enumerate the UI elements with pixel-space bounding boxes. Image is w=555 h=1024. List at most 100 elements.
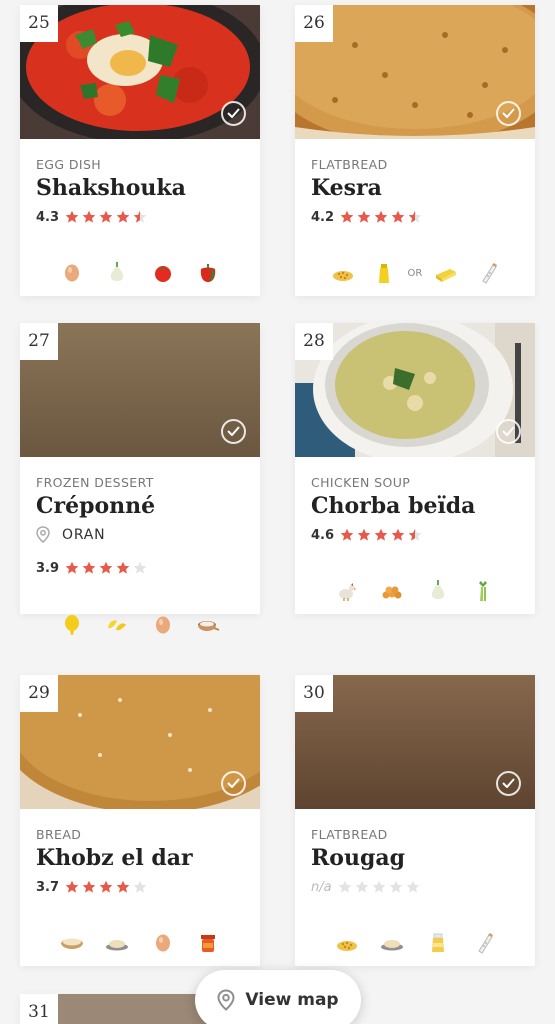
recipe-photo[interactable]: 25 — [20, 5, 260, 139]
star-icon — [99, 210, 113, 223]
ingredient-list — [295, 931, 535, 955]
oil-bottle-icon — [379, 264, 390, 283]
ingredient-oil-bottle-icon[interactable] — [372, 261, 396, 285]
recipe-rating: 3.7 — [36, 879, 147, 895]
star-icon — [408, 210, 422, 223]
star-icon — [82, 561, 96, 574]
rating-score: 4.3 — [36, 209, 60, 225]
recipe-grid: 25 EGG DISH Shakshouka 4.3 26 FLATBREAD … — [0, 0, 555, 1024]
recipe-number: 28 — [295, 323, 333, 360]
bell-pepper-icon — [201, 264, 216, 282]
recipe-card-creponne[interactable]: 27 FROZEN DESSERT Créponné ORAN 3.9 — [20, 323, 260, 635]
mark-tried-button[interactable] — [221, 101, 246, 126]
ingredient-flour-bowl-icon[interactable] — [60, 931, 84, 955]
ingredient-lemon-slices-icon[interactable] — [105, 613, 129, 637]
egg-icon — [155, 616, 170, 634]
ingredient-butter-icon[interactable] — [434, 261, 458, 285]
chickpeas-icon — [382, 586, 402, 599]
recipe-rating: 4.3 — [36, 209, 147, 225]
star-icon — [374, 210, 388, 223]
mark-tried-button[interactable] — [496, 771, 521, 796]
recipe-rating: n/a — [311, 879, 420, 895]
ingredient-salt-shaker-icon[interactable] — [471, 931, 495, 955]
egg-icon — [155, 934, 170, 952]
ingredient-onion-icon[interactable] — [426, 579, 450, 603]
star-icon — [82, 880, 96, 893]
star-icon — [408, 528, 422, 541]
recipe-title[interactable]: Kesra — [311, 175, 382, 201]
ingredient-ghee-jar-icon[interactable] — [426, 931, 450, 955]
ingredient-honey-jar-icon[interactable] — [196, 931, 220, 955]
ingredient-egg-icon[interactable] — [60, 261, 84, 285]
mark-tried-button[interactable] — [496, 101, 521, 126]
ingredient-list — [20, 931, 260, 955]
recipe-title[interactable]: Chorba beïda — [311, 493, 475, 519]
recipe-photo[interactable]: 28 — [295, 323, 535, 457]
recipe-category: FLATBREAD — [311, 157, 388, 172]
recipe-card-shakshouka[interactable]: 25 EGG DISH Shakshouka 4.3 — [20, 5, 260, 296]
checkmark-icon — [502, 426, 515, 436]
recipe-title[interactable]: Rougag — [311, 845, 405, 871]
recipe-card-khobz-el-dar[interactable]: 29 BREAD Khobz el dar 3.7 — [20, 675, 260, 966]
recipe-number: 30 — [295, 675, 333, 712]
star-icon — [65, 561, 79, 574]
recipe-rating: 4.2 — [311, 209, 422, 225]
ingredient-flour-plate-icon[interactable] — [105, 931, 129, 955]
checkmark-icon — [502, 778, 515, 788]
map-pin-icon — [217, 989, 235, 1011]
star-icon — [406, 880, 419, 893]
ingredient-semolina-icon[interactable] — [331, 261, 355, 285]
recipe-photo-placeholder[interactable]: 30 — [295, 675, 535, 809]
ingredient-semolina-icon[interactable] — [335, 931, 359, 955]
lemon-icon — [64, 615, 79, 635]
ingredient-egg-icon[interactable] — [151, 931, 175, 955]
star-icon — [357, 210, 371, 223]
ingredient-bell-pepper-icon[interactable] — [196, 261, 220, 285]
ingredient-sugar-bowl-icon[interactable] — [196, 613, 220, 637]
star-icon — [82, 210, 96, 223]
ingredient-list — [295, 579, 535, 603]
view-map-button[interactable]: View map — [195, 970, 361, 1024]
ingredient-tomato-icon[interactable] — [151, 261, 175, 285]
butter-icon — [435, 269, 456, 282]
mark-tried-button[interactable] — [221, 419, 246, 444]
ingredient-onion-icon[interactable] — [105, 261, 129, 285]
recipe-card-chorba-beida[interactable]: 28 CHICKEN SOUP Chorba beïda 4.6 — [295, 323, 535, 614]
ingredient-lemon-icon[interactable] — [60, 613, 84, 637]
map-pin-icon — [36, 526, 50, 543]
rating-score: 4.6 — [311, 527, 335, 543]
star-icon — [338, 880, 351, 893]
recipe-card-kesra[interactable]: 26 FLATBREAD Kesra 4.2 OR — [295, 5, 535, 296]
mark-tried-button[interactable] — [496, 419, 521, 444]
recipe-title[interactable]: Shakshouka — [36, 175, 186, 201]
ingredient-chickpeas-icon[interactable] — [380, 579, 404, 603]
ingredient-salt-shaker-icon[interactable] — [475, 261, 499, 285]
semolina-icon — [332, 271, 353, 281]
recipe-number: 29 — [20, 675, 58, 712]
recipe-number: 26 — [295, 5, 333, 42]
ingredient-list — [20, 261, 260, 285]
recipe-title[interactable]: Khobz el dar — [36, 845, 193, 871]
ingredient-list: OR — [295, 261, 535, 285]
star-icon — [116, 880, 130, 893]
recipe-photo[interactable]: 26 — [295, 5, 535, 139]
mark-tried-button[interactable] — [221, 771, 246, 796]
star-icon — [340, 210, 354, 223]
recipe-rating: 4.6 — [311, 527, 422, 543]
ingredient-egg-icon[interactable] — [151, 613, 175, 637]
star-icon — [65, 880, 79, 893]
rating-stars — [65, 561, 147, 575]
recipe-title[interactable]: Créponné — [36, 493, 155, 519]
ingredient-chicken-icon[interactable] — [335, 579, 359, 603]
rating-stars — [338, 880, 420, 894]
egg-icon — [64, 264, 79, 282]
recipe-photo[interactable]: 29 — [20, 675, 260, 809]
star-icon — [340, 528, 354, 541]
recipe-photo-placeholder[interactable]: 27 — [20, 323, 260, 457]
ingredient-celery-icon[interactable] — [471, 579, 495, 603]
ingredient-flour-plate-icon[interactable] — [380, 931, 404, 955]
rating-score: n/a — [311, 879, 332, 895]
recipe-card-rougag[interactable]: 30 FLATBREAD Rougag n/a — [295, 675, 535, 966]
rating-score: 3.7 — [36, 879, 60, 895]
flour-bowl-icon — [60, 938, 83, 949]
